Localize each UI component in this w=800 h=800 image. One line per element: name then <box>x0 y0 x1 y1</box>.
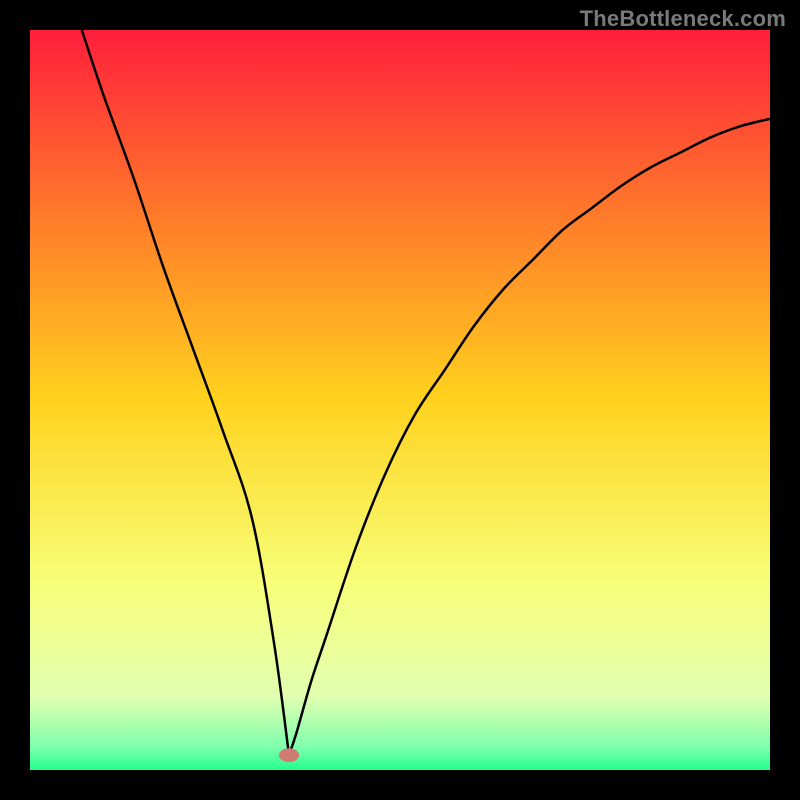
optimal-point-marker <box>279 748 299 762</box>
watermark-text: TheBottleneck.com <box>580 6 786 32</box>
chart-svg <box>30 30 770 770</box>
plot-area <box>30 30 770 770</box>
gradient-background <box>30 30 770 770</box>
chart-frame: TheBottleneck.com <box>0 0 800 800</box>
